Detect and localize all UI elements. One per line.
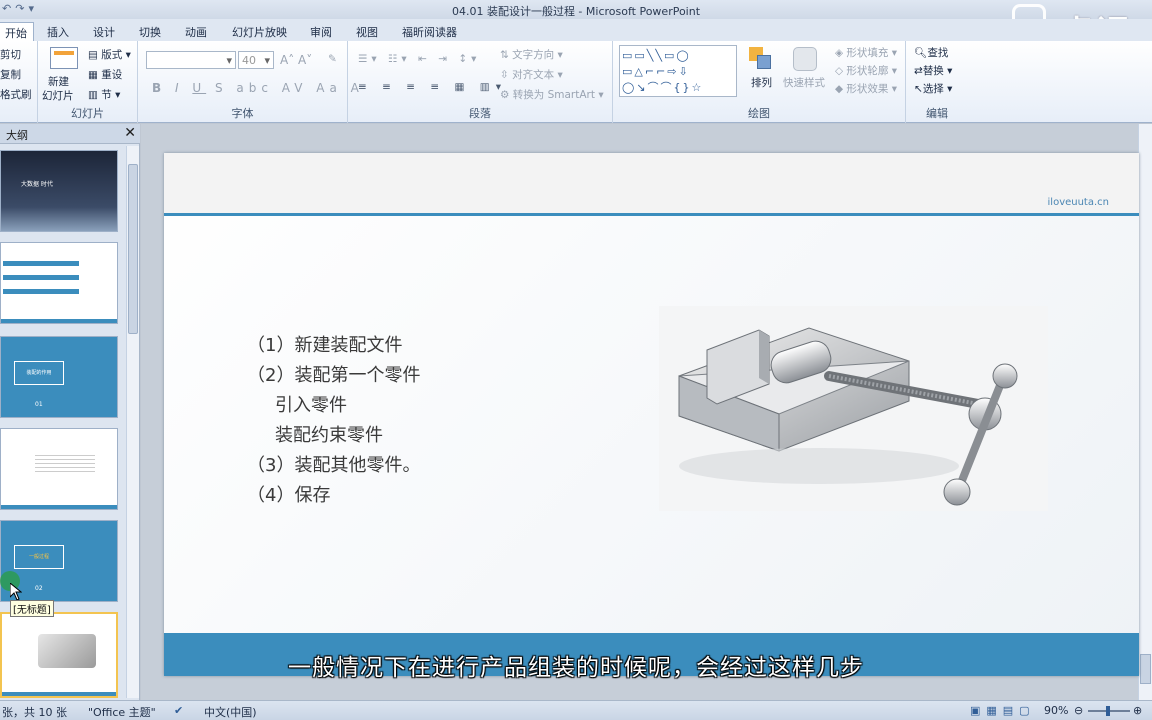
tab-foxit-reader[interactable]: 福昕阅读器 (402, 22, 457, 41)
slide-thumbnail-2[interactable] (0, 242, 118, 324)
clipboard-group: 剪切 复制 格式刷 (0, 41, 38, 123)
new-slide-label-1[interactable]: 新建 (48, 74, 69, 89)
ribbon: 剪切 复制 格式刷 新建 幻灯片 ▤ 版式 ▾ ▦ 重设 ▥ 节 ▾ 幻灯片 ▾… (0, 41, 1152, 123)
tab-transitions[interactable]: 切换 (139, 22, 161, 41)
tab-review[interactable]: 审阅 (310, 22, 332, 41)
format-painter-button[interactable]: 格式刷 (0, 87, 32, 102)
thumb-5-title: 一般过程 (14, 545, 64, 569)
smartart-button[interactable]: ⚙ 转换为 SmartArt ▾ (500, 87, 604, 102)
vise-illustration (678, 327, 1018, 506)
thumb-1-title: 大数据 时代 (21, 181, 53, 188)
tab-insert[interactable]: 插入 (47, 22, 69, 41)
quick-styles-button[interactable]: 快速样式 (783, 75, 825, 90)
bullet-2: （2）装配第一个零件 (247, 365, 421, 386)
shape-fill-button[interactable]: ◈ 形状填充 ▾ (835, 45, 897, 60)
font-size-box[interactable]: 40 ▾ (238, 51, 274, 69)
bullet-4: （4）保存 (247, 485, 331, 506)
quick-styles-icon (793, 47, 817, 71)
text-direction-button[interactable]: ⇅ 文字方向 ▾ (500, 47, 563, 62)
layout-button[interactable]: ▤ 版式 ▾ (88, 47, 131, 62)
close-pane-icon[interactable]: ✕ (124, 125, 136, 141)
title-bar: ↶ ↷ ▾ 04.01 装配设计一般过程 - Microsoft PowerPo… (0, 0, 1152, 19)
bullet-1: （1）新建装配文件 (247, 335, 403, 356)
tab-slideshow[interactable]: 幻灯片放映 (232, 22, 287, 41)
shapes-gallery[interactable]: ▭▭╲╲▭◯ ▭△⌐⌐⇨⇩ ◯↘⌒⌒{}☆ (619, 45, 737, 97)
font-group: ▾ 40 ▾ A˄ A˅ ✎ B I U S abc AV Aa A 字体 (138, 41, 359, 123)
drawing-group: ▭▭╲╲▭◯ ▭△⌐⌐⇨⇩ ◯↘⌒⌒{}☆ 排列 快速样式 ◈ 形状填充 ▾ ◇… (613, 41, 906, 123)
spellcheck-icon[interactable]: ✔︎ (174, 704, 183, 717)
zoom-slider[interactable] (1088, 706, 1130, 716)
slides-group: 新建 幻灯片 ▤ 版式 ▾ ▦ 重设 ▥ 节 ▾ 幻灯片 (38, 41, 138, 123)
shape-outline-button[interactable]: ◇ 形状轮廓 ▾ (835, 63, 897, 78)
reset-button[interactable]: ▦ 重设 (88, 67, 122, 82)
drawing-group-label: 绘图 (748, 107, 770, 120)
bench-vise-image (659, 306, 1048, 511)
thumb-3-num: 01 (35, 401, 43, 408)
thumbnail-tooltip: [无标题] (10, 600, 54, 617)
thumb-3-title: 装配的作用 (14, 361, 64, 385)
slide-header-band: iloveuuta.cn (164, 153, 1139, 215)
bullet-3: （3）装配其他零件。 (247, 455, 421, 476)
editor-vertical-scrollbar[interactable] (1138, 124, 1152, 700)
outline-tab[interactable]: 大纲 (6, 127, 28, 143)
new-slide-icon (50, 47, 78, 69)
font-format-buttons[interactable]: B I U S abc AV Aa A (152, 81, 364, 95)
shape-effects-button[interactable]: ◆ 形状效果 ▾ (835, 81, 897, 96)
ribbon-tabs: 开始 插入 设计 切换 动画 幻灯片放映 审阅 视图 福昕阅读器 (0, 19, 1152, 41)
slides-group-label: 幻灯片 (71, 107, 104, 120)
grow-font-icon[interactable]: A˄ A˅ (280, 53, 312, 67)
slide-canvas[interactable]: iloveuuta.cn （1）新建装配文件 （2）装配第一个零件 引入零件 装… (164, 153, 1139, 676)
replace-button[interactable]: ⇄替换 ▾ (914, 63, 952, 78)
new-slide-label-2[interactable]: 幻灯片 (42, 88, 74, 103)
header-accent-line (164, 213, 1139, 216)
cut-button[interactable]: 剪切 (0, 47, 21, 62)
tab-animations[interactable]: 动画 (185, 22, 207, 41)
window-title: 04.01 装配设计一般过程 - Microsoft PowerPoint (451, 5, 701, 18)
video-subtitle: 一般情况下在进行产品组装的时候呢，会经过这样几步 (288, 655, 864, 681)
align-text-button[interactable]: ⇳ 对齐文本 ▾ (500, 67, 563, 82)
tab-home[interactable]: 开始 (0, 22, 34, 41)
editing-group-label: 编辑 (926, 107, 948, 120)
editing-group: 🔍︎查找 ⇄替换 ▾ ↖选择 ▾ 编辑 (906, 41, 968, 123)
language-indicator[interactable]: 中文(中国) (204, 704, 257, 720)
slide-count: 张，共 10 张 (2, 706, 67, 719)
arrange-icon (749, 47, 773, 73)
paragraph-group: ☰▾ ☷▾ ⇤ ⇥ ↕▾ ≡ ≡ ≡ ≡ ▦ ▥▾ ⇅ 文字方向 ▾ ⇳ 对齐文… (348, 41, 613, 123)
section-button[interactable]: ▥ 节 ▾ (88, 87, 120, 102)
copy-button[interactable]: 复制 (0, 67, 21, 82)
bullet-2a: 引入零件 (275, 395, 347, 416)
zoom-level[interactable]: 90% (1044, 704, 1068, 717)
thumb-5-num: 02 (35, 585, 43, 592)
zoom-out-icon[interactable]: ⊖ (1074, 704, 1083, 717)
thumbnail-scrollbar[interactable] (126, 146, 139, 698)
header-url: iloveuuta.cn (1047, 197, 1109, 208)
font-name-box[interactable]: ▾ (146, 51, 236, 69)
align-buttons[interactable]: ≡ ≡ ≡ ≡ ▦ ▥▾ (358, 81, 507, 93)
zoom-in-icon[interactable]: ⊕ (1133, 704, 1142, 717)
slide-thumbnail-4[interactable] (0, 428, 118, 510)
list-buttons[interactable]: ☰▾ ☷▾ ⇤ ⇥ ↕▾ (358, 53, 480, 65)
tab-design[interactable]: 设计 (93, 22, 115, 41)
select-button[interactable]: ↖选择 ▾ (914, 81, 952, 96)
theme-name: "Office 主题" (88, 706, 156, 719)
status-bar: 张，共 10 张 "Office 主题" ✔︎ 中文(中国) ▣▦▤▢ 90% … (0, 700, 1152, 720)
find-button[interactable]: 🔍︎查找 (914, 45, 948, 60)
clear-format-icon[interactable]: ✎ (328, 53, 337, 65)
font-group-label: 字体 (231, 107, 254, 120)
slide-thumbnail-3[interactable]: 装配的作用 01 (0, 336, 118, 418)
arrange-button[interactable]: 排列 (751, 75, 772, 90)
paragraph-group-label: 段落 (469, 107, 491, 120)
pane-header: 大纲 ✕ (0, 124, 140, 144)
tab-view[interactable]: 视图 (356, 22, 378, 41)
bullet-2b: 装配约束零件 (275, 425, 383, 446)
slide-thumbnail-1[interactable]: 大数据 时代 (0, 150, 118, 232)
view-buttons[interactable]: ▣▦▤▢ (970, 704, 1036, 717)
